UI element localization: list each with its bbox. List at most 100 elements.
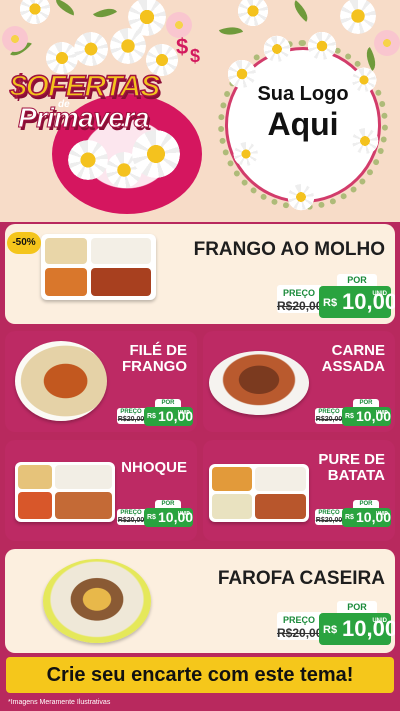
daisy-icon	[262, 34, 292, 64]
discount-badge: -50%	[7, 232, 41, 254]
daisy-icon	[350, 126, 380, 156]
daisy-icon	[350, 66, 378, 94]
dollar-icon: $	[190, 46, 201, 66]
price-old-value: R$20,00	[277, 626, 323, 640]
price-tag: POR PREÇO R$20,00 R$ 10,00 UNID	[117, 500, 193, 527]
price-preco-label: PREÇO	[120, 409, 142, 415]
price-preco-label: PREÇO	[120, 510, 142, 516]
daisy-icon	[306, 30, 338, 62]
price-currency: R$	[147, 413, 156, 420]
food-compartment	[91, 268, 151, 296]
product-name: FRANGO AO MOLHO	[194, 240, 385, 260]
price-old-value: R$20,00	[277, 299, 323, 313]
food-compartment	[55, 492, 112, 519]
leaf-icon	[92, 3, 118, 23]
price-currency: R$	[345, 514, 354, 521]
price-new-value: 10,00	[342, 289, 395, 314]
product-name: FAROFA CASEIRA	[218, 569, 385, 589]
food-compartment	[212, 494, 252, 519]
disclaimer-text: *Imagens Meramente Ilustrativas	[8, 699, 111, 706]
food-compartment	[55, 465, 112, 489]
price-old-box: PREÇO R$20,00	[277, 285, 323, 313]
food-compartment	[18, 492, 52, 519]
food-compartment	[212, 467, 252, 491]
food-tray-image	[41, 234, 156, 300]
product-card-frango-ao-molho[interactable]: FRANGO AO MOLHO POR PREÇO R$20,00 R$ 10,…	[5, 224, 395, 324]
daisy-icon	[236, 0, 270, 28]
price-por-label: POR	[337, 274, 377, 286]
product-name: PURE DE BATATA	[318, 452, 385, 484]
daisy-icon	[226, 58, 258, 90]
food-compartment	[255, 467, 306, 491]
product-name: CARNE ASSADA	[322, 343, 385, 375]
cta-banner[interactable]: Crie seu encarte com este tema!	[6, 657, 394, 693]
price-old-box: PREÇO R$20,00	[315, 408, 343, 424]
price-new-box: R$ 10,00 UNID	[144, 508, 193, 527]
daisy-icon	[338, 0, 378, 36]
price-new-box: R$ 10,00 UNID	[319, 286, 395, 318]
price-new-box: R$ 10,00 UNID	[342, 407, 391, 426]
food-bowl-image	[209, 351, 309, 415]
product-name-line2: ASSADA	[321, 357, 385, 375]
food-compartment	[18, 465, 52, 489]
price-tag: POR PREÇO R$20,00 R$ 10,00 UNID	[277, 601, 395, 645]
food-tray-image	[15, 462, 115, 522]
price-old-box: PREÇO R$20,00	[117, 509, 145, 525]
daisy-icon	[18, 0, 52, 26]
price-currency: R$	[323, 297, 338, 309]
price-currency: R$	[147, 514, 156, 521]
food-compartment	[45, 238, 87, 264]
product-name-line1: PURE DE	[318, 451, 385, 468]
product-name-line1: FILÉ DE	[129, 342, 187, 359]
product-card-nhoque[interactable]: NHOQUE POR PREÇO R$20,00 R$ 10,00 UNID	[5, 440, 197, 541]
price-old-box: PREÇO R$20,00	[117, 408, 145, 424]
product-name-line1: FRANGO AO MOLHO	[193, 239, 385, 260]
price-new-box: R$ 10,00 UNID	[342, 508, 391, 527]
price-tag: POR PREÇO R$20,00 R$ 10,00 UNID	[315, 399, 391, 426]
price-preco-label: PREÇO	[318, 510, 340, 516]
price-currency: R$	[323, 624, 338, 636]
product-card-carne-assada[interactable]: CARNE ASSADA POR PREÇO R$20,00 R$ 10,00 …	[203, 331, 395, 432]
price-old-box: PREÇO R$20,00	[315, 509, 343, 525]
product-name-line2: BATATA	[327, 466, 385, 484]
price-old-value: R$20,00	[117, 517, 145, 524]
leaf-icon	[289, 0, 313, 22]
price-tag: POR PREÇO R$20,00 R$ 10,00 UNID	[277, 274, 395, 318]
daisy-icon	[72, 30, 110, 68]
price-unit: UNID	[177, 410, 190, 416]
price-tag: POR PREÇO R$20,00 R$ 10,00 UNID	[117, 399, 193, 426]
food-compartment	[91, 238, 151, 264]
product-card-farofa-caseira[interactable]: FAROFA CASEIRA POR PREÇO R$20,00 R$ 10,0…	[5, 549, 395, 653]
promo-title-line3: Primavera	[18, 102, 150, 134]
pink-flower-icon	[0, 24, 30, 54]
price-unit: UNID	[372, 618, 387, 624]
price-unit: UNID	[177, 511, 190, 517]
price-unit: UNID	[372, 291, 387, 297]
product-card-file-de-frango[interactable]: FILÉ DE FRANGO POR PREÇO R$20,00 R$ 10,0…	[5, 331, 197, 432]
daisy-icon	[108, 26, 148, 66]
daisy-icon	[286, 182, 316, 212]
food-bowl-image	[43, 559, 151, 643]
product-name-line1: FAROFA CASEIRA	[217, 568, 385, 589]
dollar-icon: $	[176, 34, 189, 59]
product-name: FILÉ DE FRANGO	[122, 343, 187, 375]
header-banner: $ $ $OFERTAS de Primavera Sua Logo Aqui	[0, 0, 400, 222]
price-old-value: R$20,00	[117, 416, 145, 423]
price-unit: UNID	[375, 410, 388, 416]
price-old-box: PREÇO R$20,00	[277, 612, 323, 640]
daisy-icon	[232, 140, 260, 168]
price-old-value: R$20,00	[315, 517, 343, 524]
food-tray-image	[209, 464, 309, 522]
product-name-line1: CARNE	[331, 342, 385, 359]
price-new-box: R$ 10,00 UNID	[319, 613, 395, 645]
price-old-value: R$20,00	[315, 416, 343, 423]
price-unit: UNID	[375, 511, 388, 517]
product-card-pure-de-batata[interactable]: PURE DE BATATA POR PREÇO R$20,00 R$ 10,0…	[203, 440, 395, 541]
price-new-value: 10,00	[342, 616, 395, 641]
product-name-line2: FRANGO	[122, 357, 187, 375]
food-compartment	[45, 268, 87, 296]
pink-flower-icon	[372, 28, 400, 58]
price-tag: POR PREÇO R$20,00 R$ 10,00 UNID	[315, 500, 391, 527]
leaf-icon	[52, 0, 78, 16]
product-name: NHOQUE	[121, 460, 187, 476]
